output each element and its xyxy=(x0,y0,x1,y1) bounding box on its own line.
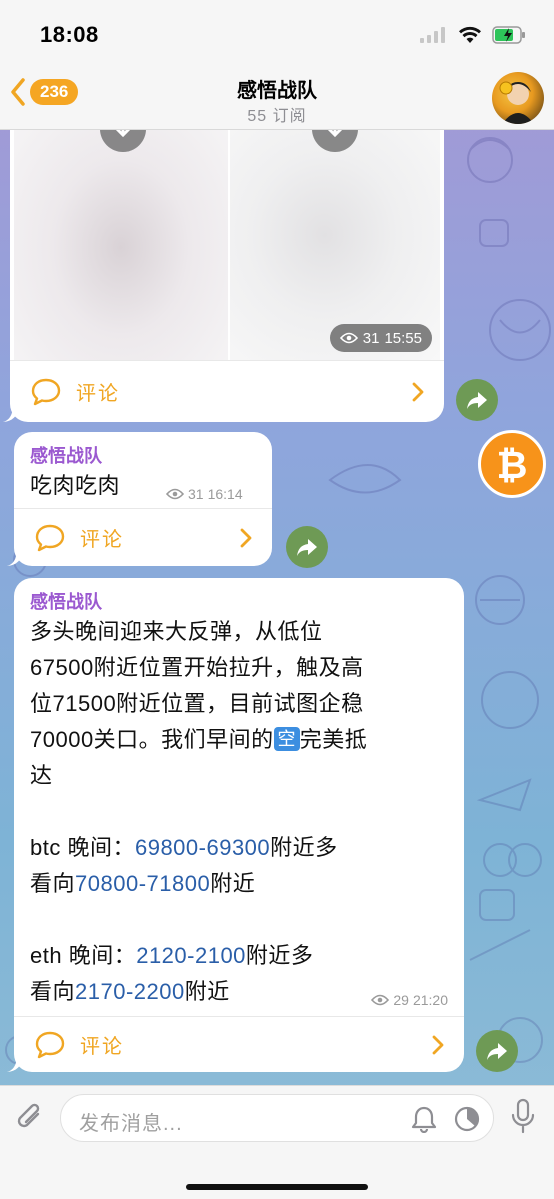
message-text: 吃肉吃肉 xyxy=(30,473,121,498)
message-meta: 31 16:14 xyxy=(166,486,243,502)
channel-title[interactable]: 感悟战队 xyxy=(0,74,554,103)
battery-icon xyxy=(492,26,525,44)
view-count: 31 xyxy=(188,486,204,502)
short-post-bubble: 感悟战队 吃肉吃肉 31 16:14 评论 xyxy=(14,432,272,566)
text-line: btc 晚间：69800-69300附近多 xyxy=(30,830,458,866)
photo-post-bubble: 31 15:55 评论 xyxy=(10,110,444,422)
price-range-link[interactable]: 69800-69300 xyxy=(135,835,270,860)
status-bar: 18:08 xyxy=(0,0,554,64)
share-button[interactable] xyxy=(456,379,498,421)
status-time: 18:08 xyxy=(40,22,99,47)
eye-icon xyxy=(166,488,184,500)
text-span: 附近多 xyxy=(245,943,314,968)
text-span: 附近 xyxy=(210,871,256,896)
text-span: btc 晚间： xyxy=(30,835,135,860)
subscriber-count: 55 订阅 xyxy=(247,108,307,125)
avatar-image xyxy=(499,81,534,124)
message-input-bar: 发布消息... xyxy=(0,1085,554,1199)
comment-icon xyxy=(35,1031,65,1058)
comment-label: 评论 xyxy=(76,383,120,405)
photo-right[interactable]: 31 15:55 xyxy=(230,110,440,360)
svg-text:₿: ₿ xyxy=(497,443,528,486)
share-icon xyxy=(467,392,487,409)
share-button[interactable] xyxy=(286,526,328,568)
comment-row[interactable]: 评论 xyxy=(10,360,444,422)
text-line: 看向70800-71800附近 xyxy=(30,866,458,902)
mic-icon[interactable] xyxy=(510,1098,536,1136)
wifi-icon xyxy=(459,26,481,43)
view-count: 31 xyxy=(362,329,380,347)
kong-emoji-badge: 空 xyxy=(273,727,300,751)
channel-name: 感悟战队 xyxy=(30,446,102,466)
share-icon xyxy=(487,1043,507,1060)
text-span: 70000关口。我们早间的 xyxy=(30,727,274,752)
comment-icon xyxy=(31,378,61,405)
channel-avatar[interactable] xyxy=(492,72,544,124)
post-time: 21:20 xyxy=(412,992,448,1008)
share-button[interactable] xyxy=(476,1030,518,1072)
comment-row[interactable]: 评论 xyxy=(14,1016,464,1072)
text-line: 位71500附近位置，目前试图企稳 xyxy=(30,691,364,716)
message-input[interactable]: 发布消息... xyxy=(60,1094,494,1142)
photo-meta-badge: 31 15:55 xyxy=(329,324,432,352)
chevron-right-icon xyxy=(240,528,252,547)
channel-name: 感悟战队 xyxy=(30,592,102,612)
status-icons xyxy=(420,26,526,44)
bell-icon[interactable] xyxy=(411,1105,437,1133)
text-line: 70000关口。我们早间的空完美抵 xyxy=(30,722,458,758)
price-range-link[interactable]: 2120-2100 xyxy=(136,943,246,968)
view-count: 29 xyxy=(393,992,409,1008)
bitcoin-icon: ₿ xyxy=(497,443,528,486)
chevron-right-icon xyxy=(432,1035,444,1054)
text-line: 多头晚间迎来大反弹，从低位 xyxy=(30,619,323,644)
text-span: eth 晚间： xyxy=(30,943,137,968)
eye-icon xyxy=(339,332,358,344)
message-body: 多头晚间迎来大反弹，从低位 67500附近位置开始拉升，触及高 位71500附近… xyxy=(30,614,458,1010)
signal-icon xyxy=(420,27,445,43)
long-post-bubble: 感悟战队 多头晚间迎来大反弹，从低位 67500附近位置开始拉升，触及高 位71… xyxy=(14,578,464,1072)
home-indicator xyxy=(186,1184,368,1190)
price-range-link[interactable]: 70800-71800 xyxy=(75,871,210,896)
text-line: eth 晚间：2120-2100附近多 xyxy=(30,938,458,974)
share-icon xyxy=(297,539,317,556)
message-meta: 29 21:20 xyxy=(371,992,448,1008)
text-span: 看向 xyxy=(30,979,76,1004)
text-line: 达 xyxy=(30,763,53,788)
text-span: 附近 xyxy=(184,979,230,1004)
comment-row[interactable]: 评论 xyxy=(14,508,272,566)
text-span: 附近多 xyxy=(270,835,338,860)
comment-icon xyxy=(35,524,65,551)
comment-label: 评论 xyxy=(80,529,124,551)
text-span: 完美抵 xyxy=(299,727,368,752)
attach-icon[interactable] xyxy=(14,1100,48,1136)
bitcoin-sticker: ₿ xyxy=(478,430,546,498)
input-placeholder: 发布消息... xyxy=(79,1113,183,1135)
timer-icon[interactable] xyxy=(453,1105,481,1133)
text-line: 67500附近位置开始拉升，触及高 xyxy=(30,655,364,680)
text-span: 看向 xyxy=(30,871,76,896)
eye-icon xyxy=(371,994,390,1006)
chevron-right-icon xyxy=(412,382,424,401)
photo-left[interactable] xyxy=(14,110,228,360)
chat-header: 236 感悟战队 55 订阅 xyxy=(0,64,554,130)
comment-label: 评论 xyxy=(80,1036,124,1058)
post-time: 15:55 xyxy=(384,329,422,347)
post-time: 16:14 xyxy=(207,486,243,502)
price-range-link[interactable]: 2170-2200 xyxy=(75,979,185,1004)
